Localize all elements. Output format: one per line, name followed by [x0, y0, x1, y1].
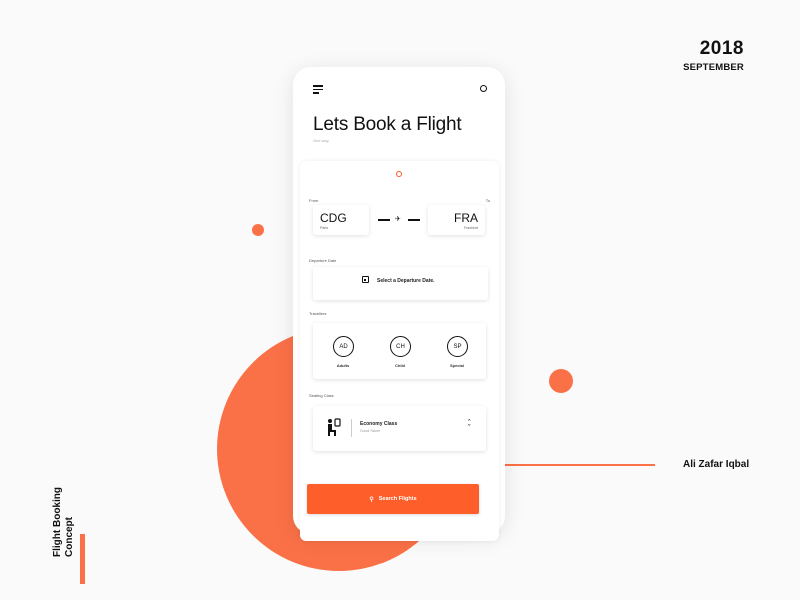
plane-icon: ✈ — [395, 216, 401, 223]
month-label: SEPTEMBER — [683, 62, 744, 73]
to-label: To — [485, 198, 490, 203]
from-label: From — [309, 198, 319, 203]
travellers-label: Travellers — [309, 311, 327, 316]
from-code: CDG — [320, 211, 347, 225]
card-handle-icon[interactable] — [396, 171, 402, 177]
hamburger-menu-icon[interactable] — [313, 85, 323, 94]
author-name: Ali Zafar Iqbal — [683, 459, 750, 470]
search-flights-label: Search Flights — [378, 496, 417, 502]
route-line-left — [378, 219, 390, 221]
chevron-up-down-icon[interactable]: ˆˇ — [468, 420, 470, 432]
departure-date-placeholder: Select a Departure Date. — [377, 278, 435, 284]
booking-card: From To CDG Paris ✈ FRA Frankfurt Depart… — [300, 161, 499, 541]
travellers-panel: AD Adults CH Child SP Special — [313, 323, 486, 379]
seating-class-description: Good Saver — [360, 429, 381, 433]
seating-class-selector[interactable]: Economy Class Good Saver ˆˇ — [313, 406, 486, 451]
departure-date-label: Departure Date — [309, 258, 337, 263]
route-line-right — [408, 219, 420, 221]
seating-divider — [351, 419, 352, 437]
to-code: FRA — [454, 211, 478, 225]
from-city: Paris — [320, 226, 328, 230]
traveller-child-button[interactable]: CH — [390, 336, 411, 357]
trip-type-label[interactable]: One way — [313, 138, 329, 143]
search-icon: ⚲ — [369, 496, 374, 503]
to-airport-field[interactable]: FRA Frankfurt — [428, 205, 485, 235]
traveller-child-code: CH — [396, 343, 405, 350]
traveller-adults-label: Adults — [336, 363, 350, 368]
decorative-medium-dot — [549, 369, 573, 393]
phone-mockup: Lets Book a Flight One way From To CDG P… — [293, 67, 505, 541]
author-divider — [505, 464, 655, 466]
traveller-adults-button[interactable]: AD — [333, 336, 354, 357]
concept-accent-bar — [80, 534, 85, 584]
departure-date-field[interactable]: Select a Departure Date. — [313, 267, 488, 300]
seating-class-name: Economy Class — [360, 421, 398, 427]
traveller-adults-code: AD — [339, 343, 348, 350]
decorative-small-dot — [252, 224, 264, 236]
to-city: Frankfurt — [463, 226, 478, 230]
traveller-special-label: Special — [449, 363, 464, 368]
year-label: 2018 — [699, 38, 744, 59]
calendar-icon — [362, 276, 369, 283]
traveller-child-label: Child — [395, 363, 405, 368]
profile-icon[interactable] — [480, 85, 487, 92]
search-flights-button[interactable]: ⚲ Search Flights — [307, 484, 479, 514]
concept-title: Flight Booking Concept — [52, 487, 75, 557]
seating-class-label: Seating Class — [309, 393, 334, 398]
seated-passenger-icon — [328, 418, 341, 436]
from-airport-field[interactable]: CDG Paris — [313, 205, 369, 235]
traveller-special-button[interactable]: SP — [447, 336, 468, 357]
page-title: Lets Book a Flight — [313, 114, 462, 135]
traveller-special-code: SP — [453, 343, 462, 350]
